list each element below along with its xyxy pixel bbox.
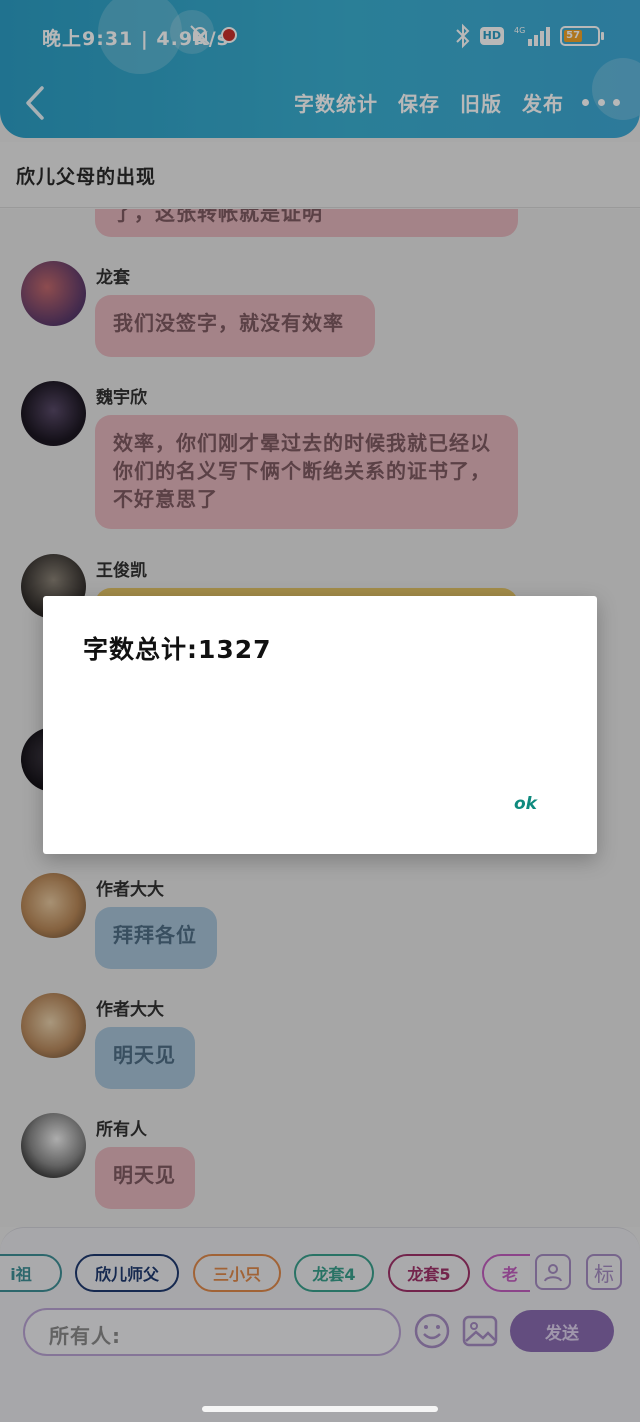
home-indicator[interactable] [202, 1406, 438, 1412]
word-count-dialog: 字数总计:1327 ok [43, 596, 597, 854]
ok-button[interactable]: ok [514, 794, 537, 814]
dialog-title: 字数总计:1327 [83, 635, 272, 664]
